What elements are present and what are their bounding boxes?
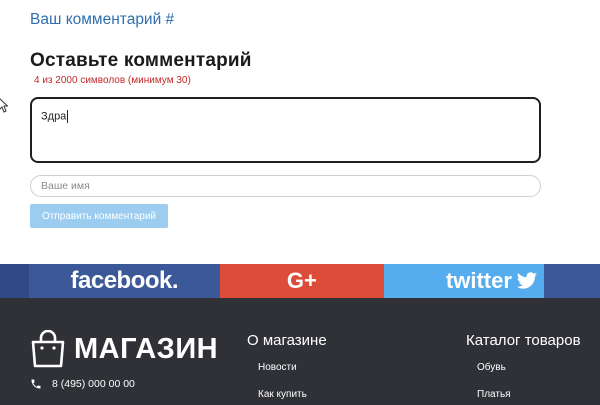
google-plus-share-button[interactable]: G+ <box>220 264 384 298</box>
footer-logo[interactable]: МАГАЗИН <box>30 330 218 368</box>
social-bar-right-edge <box>544 264 600 298</box>
name-input[interactable] <box>30 175 541 197</box>
twitter-bird-icon <box>516 272 537 289</box>
twitter-logo-text: twitter <box>445 268 512 293</box>
footer-link-shoes[interactable]: Обувь <box>477 362 506 373</box>
footer-phone-number: 8 (495) 000 00 00 <box>52 378 135 390</box>
leave-comment-title: Оставьте комментарий <box>30 50 252 71</box>
facebook-logo-text: facebook. <box>70 267 179 294</box>
footer-catalog-heading: Каталог товаров <box>466 332 581 349</box>
footer-link-dresses[interactable]: Платья <box>477 389 511 400</box>
phone-icon <box>31 379 41 389</box>
footer-link-news[interactable]: Новости <box>258 362 297 373</box>
social-share-bar: facebook. G+ twitter <box>0 264 600 298</box>
footer-link-how-to-buy[interactable]: Как купить <box>258 389 307 400</box>
footer-about-heading: О магазине <box>247 332 327 349</box>
shopping-bag-icon <box>31 330 65 368</box>
google-plus-logo-text: G+ <box>286 268 317 293</box>
mouse-cursor-icon <box>0 98 8 113</box>
text-caret <box>67 110 69 123</box>
comment-textarea[interactable]: Здра <box>30 97 541 163</box>
comment-textarea-value: Здра <box>41 110 69 123</box>
facebook-share-button[interactable]: facebook. <box>28 264 220 298</box>
submit-comment-button[interactable]: Отправить комментарий <box>30 204 168 228</box>
your-comment-link[interactable]: Ваш комментарий # <box>30 11 174 29</box>
footer-logo-name: МАГАЗИН <box>74 332 219 365</box>
footer-phone[interactable]: 8 (495) 000 00 00 <box>30 378 135 390</box>
character-counter: 4 из 2000 символов (минимум 30) <box>34 75 191 86</box>
